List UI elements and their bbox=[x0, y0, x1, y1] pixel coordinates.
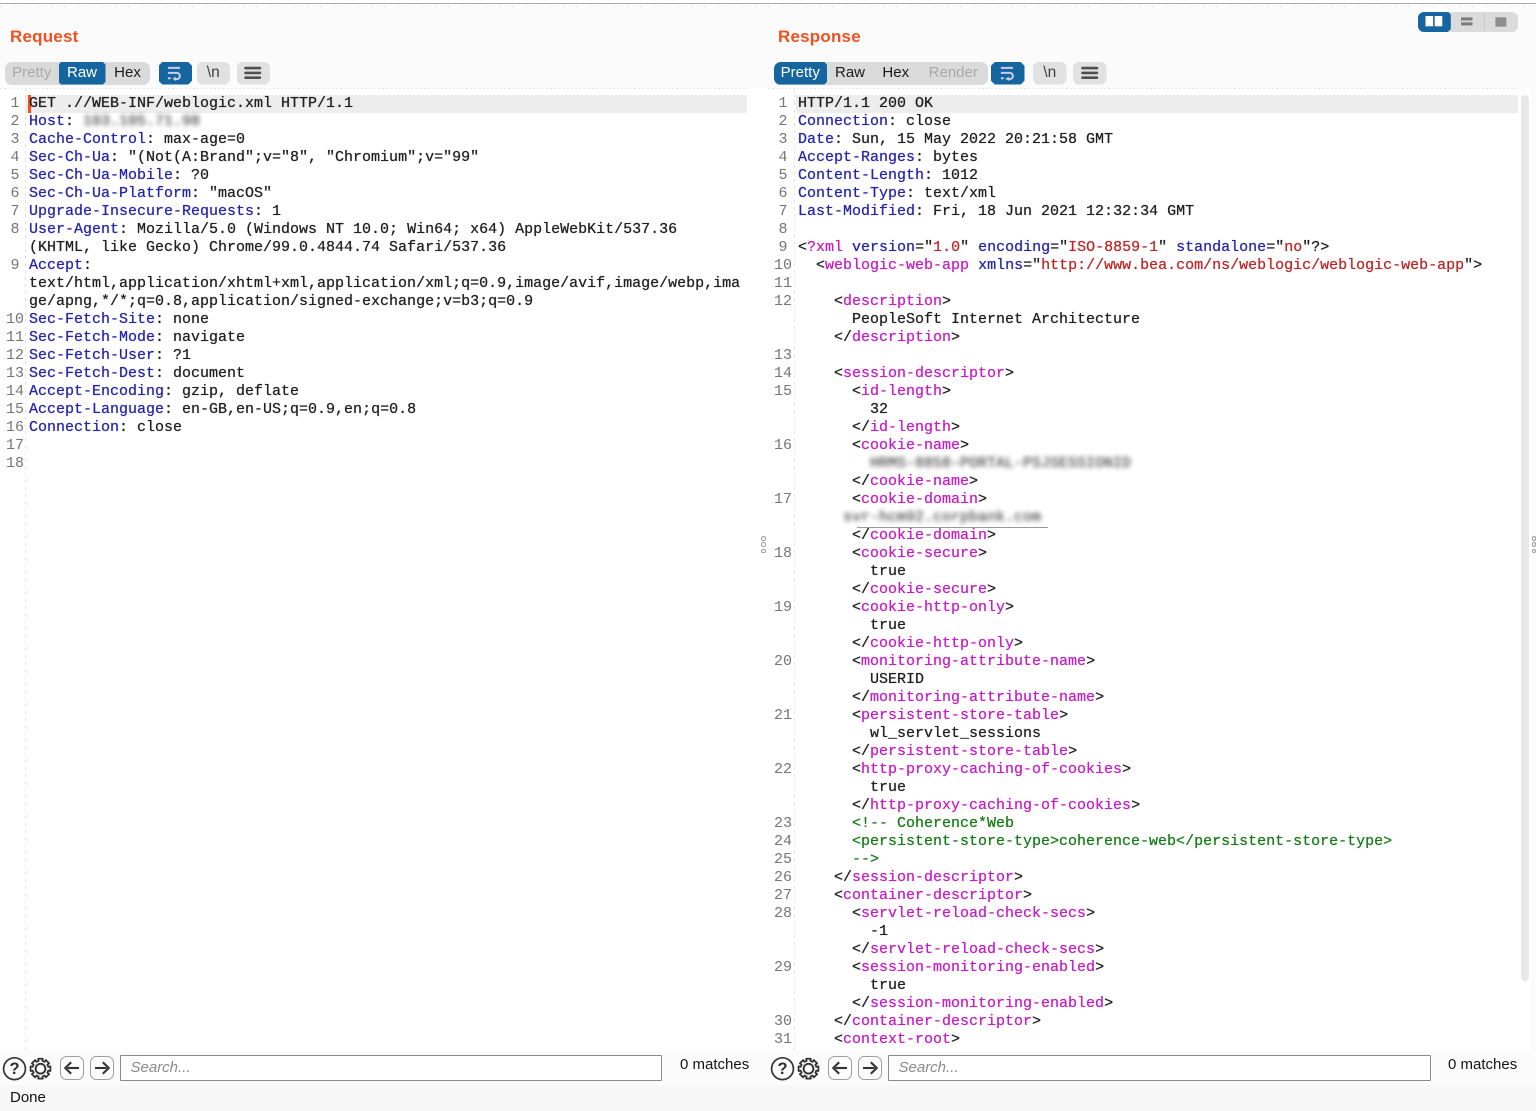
svg-text:?: ? bbox=[9, 1060, 19, 1078]
svg-text:?: ? bbox=[777, 1060, 787, 1078]
